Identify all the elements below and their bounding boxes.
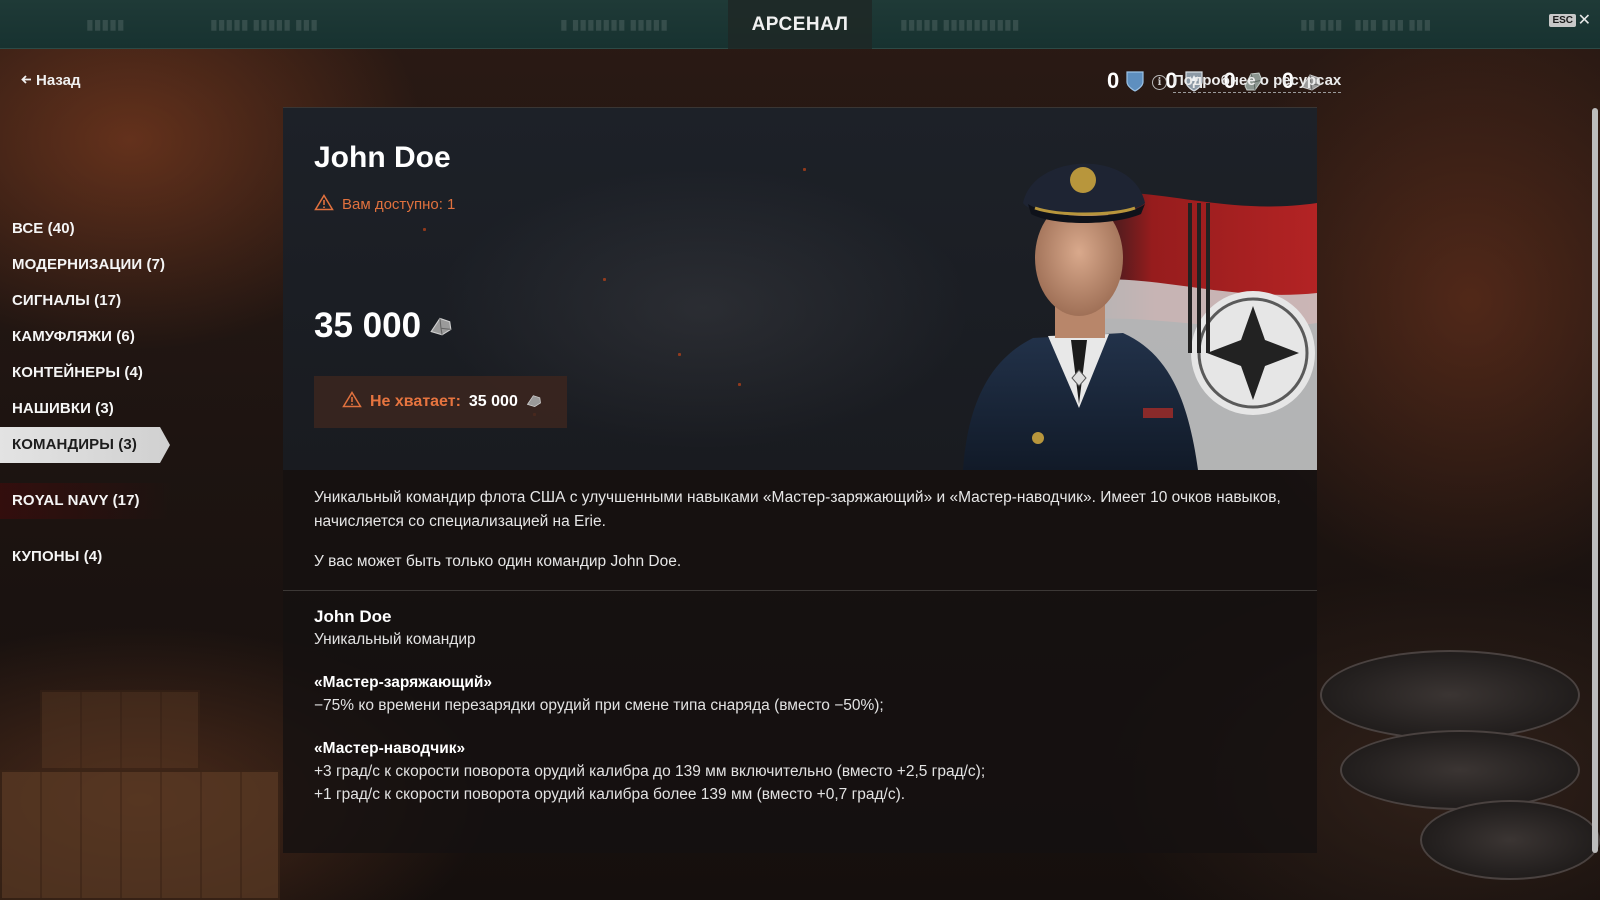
item-detail-panel: John Doe Вам доступно: 1 35 000 Не хвата… (283, 107, 1317, 853)
nav-item-commanders[interactable]: КОМАНДИРЫ (3) (0, 427, 170, 463)
skill-line: +3 град/с к скорости поворота орудий кал… (314, 763, 986, 780)
close-icon[interactable]: ✕ (1578, 10, 1591, 30)
skill-line: +1 град/с к скорости поворота орудий кал… (314, 786, 906, 803)
page-title: АРСЕНАЛ (728, 0, 872, 49)
shield-icon (1125, 70, 1145, 92)
nav-item-containers[interactable]: КОНТЕЙНЕРЫ (4) (0, 355, 172, 391)
availability-notice: Вам доступно: 1 (314, 194, 455, 215)
description-note: У вас может быть только один командир Jo… (314, 553, 682, 570)
resources-info-link[interactable]: i Подробнее о ресурсах (1152, 72, 1342, 93)
warning-icon (342, 391, 362, 413)
steel-icon (526, 392, 542, 413)
availability-text: Вам доступно: 1 (342, 196, 456, 213)
spark-decoration (738, 383, 741, 386)
ghost-text: ▮▮▮▮▮ (86, 16, 125, 32)
nav-item-patches[interactable]: НАШИВКИ (3) (0, 391, 172, 427)
esc-hint: ESC (1549, 14, 1576, 27)
resources-info-label: Подробнее о ресурсах (1173, 72, 1342, 93)
resource-item: 0 (1107, 68, 1145, 94)
spark-decoration (803, 168, 806, 171)
back-label: Назад (36, 72, 81, 89)
item-hero: John Doe Вам доступно: 1 35 000 Не хвата… (283, 108, 1317, 470)
barrel-decoration (1340, 730, 1580, 810)
item-price: 35 000 (314, 306, 453, 346)
barrel-decoration (1320, 650, 1580, 740)
scrollbar[interactable] (1592, 108, 1598, 853)
details-subtitle: Уникальный командир (314, 631, 476, 648)
arrow-left-icon (21, 72, 32, 89)
spark-decoration (678, 353, 681, 356)
nav-item-royal-navy[interactable]: ROYAL NAVY (17) (0, 483, 172, 519)
lack-label: Не хватает: (370, 393, 461, 410)
category-nav: ВСЕ (40) МОДЕРНИЗАЦИИ (7) СИГНАЛЫ (17) К… (0, 211, 172, 575)
nav-item-camouflages[interactable]: КАМУФЛЯЖИ (6) (0, 319, 172, 355)
nav-item-signals[interactable]: СИГНАЛЫ (17) (0, 283, 172, 319)
top-bar: ▮▮▮▮▮ ▮▮▮▮▮ ▮▮▮▮▮ ▮▮▮ ▮ ▮▮▮▮▮▮▮ ▮▮▮▮▮ ▮▮… (0, 0, 1600, 49)
resource-value: 0 (1107, 68, 1120, 93)
lack-value: 35 000 (468, 393, 518, 410)
barrel-decoration (1420, 800, 1600, 880)
back-button[interactable]: Назад (21, 72, 80, 89)
divider (283, 590, 1317, 591)
price-value: 35 000 (314, 306, 422, 345)
ghost-text: ▮▮ ▮▮▮ ▮▮▮ ▮▮▮ ▮▮▮ (1300, 16, 1432, 32)
skill-title: «Мастер-заряжающий» (314, 674, 493, 691)
nav-item-upgrades[interactable]: МОДЕРНИЗАЦИИ (7) (0, 247, 172, 283)
info-icon: i (1152, 75, 1167, 90)
commander-name: John Doe (314, 141, 451, 174)
ghost-text: ▮ ▮▮▮▮▮▮▮ ▮▮▮▮▮ (560, 16, 668, 32)
description-text: Уникальный командир флота США с улучшенн… (314, 489, 1281, 530)
crate-decoration (40, 690, 200, 770)
skill-title: «Мастер-наводчик» (314, 740, 466, 757)
crate-decoration (0, 770, 280, 900)
commander-portrait (963, 163, 1317, 470)
nav-item-coupons[interactable]: КУПОНЫ (4) (0, 539, 172, 575)
details-name: John Doe (314, 607, 392, 626)
spark-decoration (423, 228, 426, 231)
ghost-text: ▮▮▮▮▮ ▮▮▮▮▮▮▮▮▮▮ (900, 16, 1020, 32)
spark-decoration (603, 278, 606, 281)
nav-item-all[interactable]: ВСЕ (40) (0, 211, 172, 247)
skill-line: −75% ко времени перезарядки орудий при с… (314, 697, 884, 714)
insufficient-funds-button[interactable]: Не хватает: 35 000 (314, 376, 567, 428)
steel-icon (429, 306, 453, 346)
warning-icon (314, 194, 334, 215)
ghost-text: ▮▮▮▮▮ ▮▮▮▮▮ ▮▮▮ (210, 16, 318, 32)
commander-details: John Doe Уникальный командир «Мастер-зар… (314, 605, 1284, 806)
item-description: Уникальный командир флота США с улучшенн… (314, 486, 1284, 574)
